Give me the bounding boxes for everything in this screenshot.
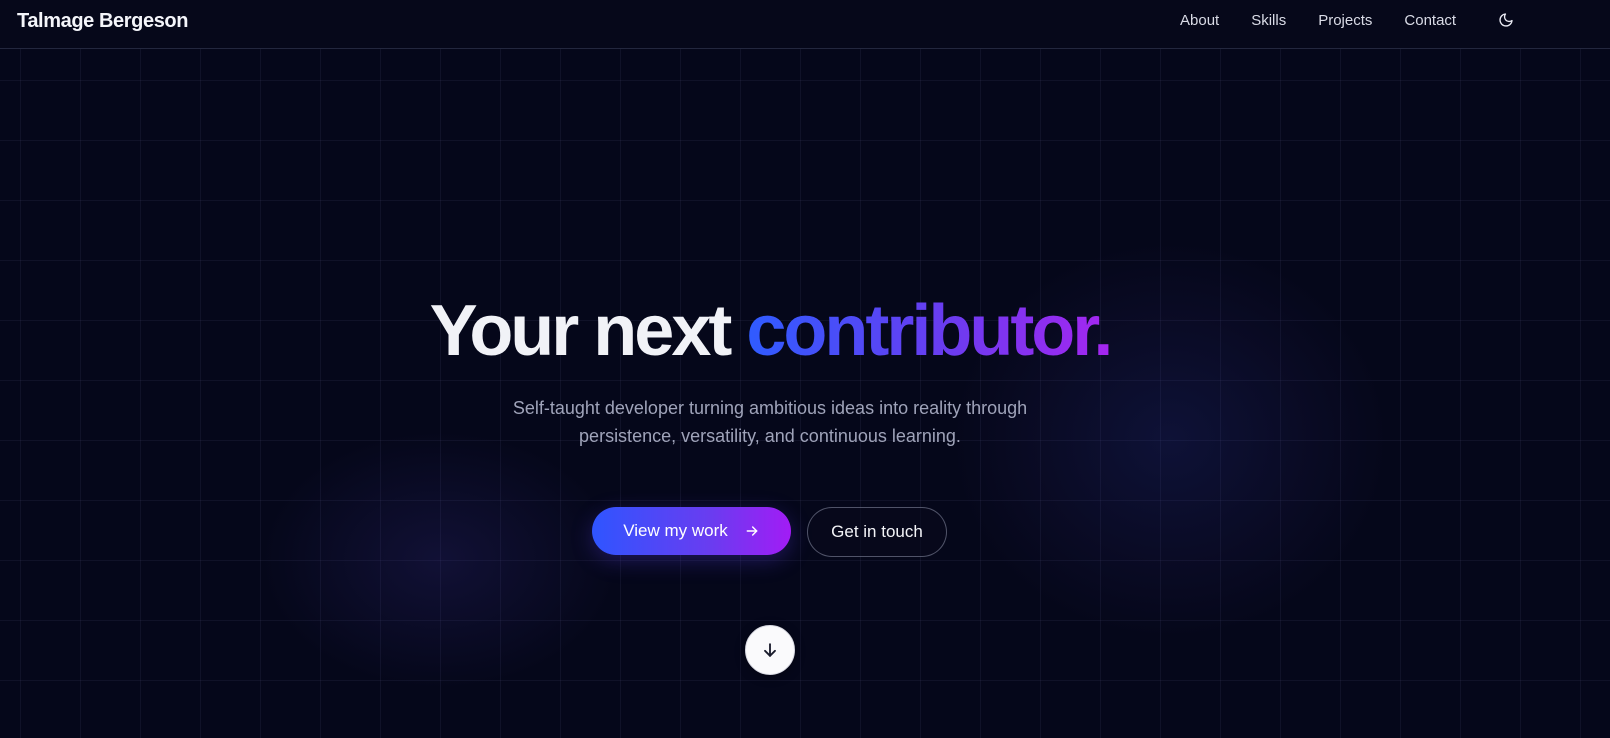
cta-row: View my work Get in touch — [592, 507, 947, 557]
get-in-touch-button[interactable]: Get in touch — [807, 507, 947, 557]
nav-link-projects[interactable]: Projects — [1318, 12, 1372, 30]
get-in-touch-label: Get in touch — [831, 522, 923, 541]
arrow-right-icon — [746, 526, 758, 536]
top-navbar: Talmage Bergeson About Skills Projects C… — [0, 0, 1610, 49]
nav-link-about[interactable]: About — [1180, 12, 1219, 30]
page: Talmage Bergeson About Skills Projects C… — [0, 0, 1610, 738]
moon-icon — [1499, 13, 1513, 27]
background-glow-left — [260, 430, 620, 690]
brand-name[interactable]: Talmage Bergeson — [17, 9, 188, 33]
hero-title: Your next contributor. — [0, 288, 1540, 374]
nav-link-contact[interactable]: Contact — [1404, 12, 1456, 30]
scroll-down-button[interactable] — [745, 625, 795, 675]
hero-subtitle: Self-taught developer turning ambitious … — [512, 398, 1028, 446]
theme-toggle-button[interactable] — [1495, 9, 1517, 31]
arrow-down-icon — [764, 643, 776, 657]
hero-title-highlight: contributor. — [746, 291, 1113, 371]
hero-title-plain: Your next — [429, 291, 747, 371]
view-my-work-label: View my work — [623, 521, 728, 540]
nav-link-skills[interactable]: Skills — [1251, 12, 1286, 30]
view-my-work-button[interactable]: View my work — [592, 507, 791, 555]
nav-links: About Skills Projects Contact — [1180, 12, 1488, 30]
